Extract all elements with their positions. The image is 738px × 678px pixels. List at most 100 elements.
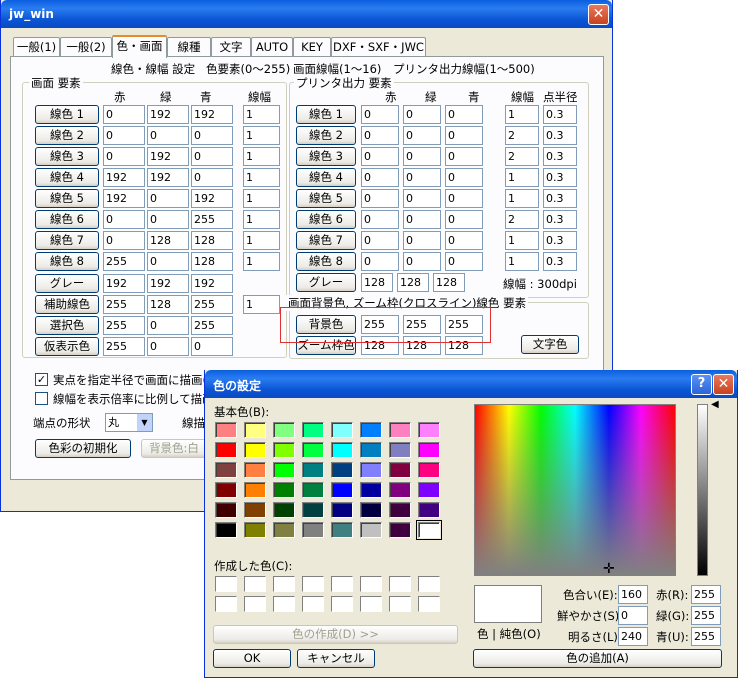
print-width-input[interactable]: 1 <box>505 168 539 187</box>
print-gray-blue-input[interactable]: 128 <box>433 273 465 292</box>
basic-color-swatch[interactable] <box>418 482 440 498</box>
basic-color-swatch[interactable] <box>215 522 237 538</box>
print-width-input[interactable]: 1 <box>505 252 539 271</box>
basic-color-swatch[interactable] <box>273 482 295 498</box>
basic-color-swatch[interactable] <box>360 442 382 458</box>
tab-key[interactable]: KEY <box>293 37 331 57</box>
screen-select-button[interactable]: 選択色 <box>35 316 99 335</box>
print-red-input[interactable]: 0 <box>361 189 399 208</box>
custom-color-swatch[interactable] <box>244 576 266 592</box>
print-point-radius-input[interactable]: 0.3 <box>543 105 577 124</box>
custom-color-swatch[interactable] <box>331 596 353 612</box>
define-custom-colors-button[interactable]: 色の作成(D) >> <box>213 625 458 644</box>
basic-color-swatch[interactable] <box>331 522 353 538</box>
basic-color-swatch[interactable] <box>331 482 353 498</box>
basic-color-swatch[interactable] <box>331 422 353 438</box>
screen-select-red-input[interactable]: 255 <box>103 316 145 335</box>
luminance-input[interactable]: 240 <box>618 627 648 646</box>
screen-select-green-input[interactable]: 0 <box>147 316 189 335</box>
screen-red-input[interactable]: 192 <box>103 168 145 187</box>
screen-green-input[interactable]: 192 <box>147 147 189 166</box>
basic-color-swatch[interactable] <box>244 462 266 478</box>
basic-color-swatch[interactable] <box>389 462 411 478</box>
screen-width-input[interactable]: 1 <box>243 168 280 187</box>
screen-aux-blue-input[interactable]: 255 <box>191 295 233 314</box>
print-point-radius-input[interactable]: 0.3 <box>543 252 577 271</box>
screen-red-input[interactable]: 255 <box>103 252 145 271</box>
basic-color-swatch[interactable] <box>360 502 382 518</box>
basic-color-swatch[interactable] <box>331 442 353 458</box>
width-scale-checkbox[interactable] <box>35 392 48 405</box>
cancel-button[interactable]: キャンセル <box>297 649 375 668</box>
screen-line-color-button[interactable]: 線色 7 <box>35 231 99 250</box>
basic-color-swatch[interactable] <box>302 502 324 518</box>
screen-blue-input[interactable]: 192 <box>191 189 233 208</box>
basic-color-swatch[interactable] <box>360 462 382 478</box>
screen-red-input[interactable]: 0 <box>103 210 145 229</box>
basic-color-swatch[interactable] <box>302 462 324 478</box>
screen-blue-input[interactable]: 0 <box>191 126 233 145</box>
screen-line-color-button[interactable]: 線色 1 <box>35 105 99 124</box>
print-blue-input[interactable]: 0 <box>445 252 483 271</box>
basic-color-swatch[interactable] <box>273 462 295 478</box>
print-red-input[interactable]: 0 <box>361 231 399 250</box>
dialog-titlebar[interactable]: 色の設定 ? ✕ <box>205 370 737 398</box>
custom-color-swatch[interactable] <box>360 596 382 612</box>
basic-color-swatch[interactable] <box>244 482 266 498</box>
custom-color-swatch[interactable] <box>389 576 411 592</box>
print-width-input[interactable]: 1 <box>505 231 539 250</box>
screen-red-input[interactable]: 0 <box>103 231 145 250</box>
screen-line-color-button[interactable]: 線色 6 <box>35 210 99 229</box>
screen-line-color-button[interactable]: 線色 8 <box>35 252 99 271</box>
screen-width-input[interactable]: 1 <box>243 189 280 208</box>
print-blue-input[interactable]: 0 <box>445 210 483 229</box>
basic-color-swatch[interactable] <box>389 442 411 458</box>
tab-general-2[interactable]: 一般(2) <box>60 37 112 57</box>
screen-gray-green-input[interactable]: 192 <box>147 274 189 293</box>
screen-blue-input[interactable]: 0 <box>191 147 233 166</box>
tab-general-1[interactable]: 一般(1) <box>13 37 60 57</box>
print-line-color-button[interactable]: 線色 8 <box>296 252 356 271</box>
basic-color-swatch[interactable] <box>418 442 440 458</box>
basic-color-swatch[interactable] <box>273 502 295 518</box>
print-point-radius-input[interactable]: 0.3 <box>543 147 577 166</box>
screen-blue-input[interactable]: 192 <box>191 105 233 124</box>
hue-input[interactable]: 160 <box>618 585 648 604</box>
screen-green-input[interactable]: 0 <box>147 189 189 208</box>
green-input[interactable]: 255 <box>691 606 721 625</box>
print-blue-input[interactable]: 0 <box>445 105 483 124</box>
screen-select-blue-input[interactable]: 255 <box>191 316 233 335</box>
initialize-colors-button[interactable]: 色彩の初期化 <box>35 439 131 458</box>
print-red-input[interactable]: 0 <box>361 252 399 271</box>
basic-color-swatch[interactable] <box>418 422 440 438</box>
custom-color-swatch[interactable] <box>360 576 382 592</box>
screen-green-input[interactable]: 192 <box>147 168 189 187</box>
screen-aux-width-input[interactable]: 1 <box>243 295 280 314</box>
add-custom-color-button[interactable]: 色の追加(A) <box>473 649 722 668</box>
screen-aux-green-input[interactable]: 128 <box>147 295 189 314</box>
window-close-button[interactable]: ✕ <box>588 4 609 25</box>
tab-text[interactable]: 文字 <box>211 37 251 57</box>
screen-width-input[interactable]: 1 <box>243 231 280 250</box>
basic-color-swatch[interactable] <box>418 502 440 518</box>
custom-color-swatch[interactable] <box>244 596 266 612</box>
screen-blue-input[interactable]: 128 <box>191 231 233 250</box>
screen-gray-blue-input[interactable]: 192 <box>191 274 233 293</box>
settings-titlebar[interactable]: jw_win ✕ <box>1 0 612 28</box>
print-green-input[interactable]: 0 <box>403 189 441 208</box>
tab-auto[interactable]: AUTO <box>251 37 293 57</box>
basic-color-swatch[interactable] <box>244 522 266 538</box>
print-red-input[interactable]: 0 <box>361 147 399 166</box>
basic-color-swatch[interactable] <box>244 502 266 518</box>
dialog-help-button[interactable]: ? <box>691 374 712 395</box>
blue-input[interactable]: 255 <box>691 627 721 646</box>
screen-aux-red-input[interactable]: 255 <box>103 295 145 314</box>
print-point-radius-input[interactable]: 0.3 <box>543 126 577 145</box>
custom-color-swatch[interactable] <box>331 576 353 592</box>
screen-temp-green-input[interactable]: 0 <box>147 337 189 356</box>
basic-color-swatch[interactable] <box>302 442 324 458</box>
screen-red-input[interactable]: 0 <box>103 126 145 145</box>
print-point-radius-input[interactable]: 0.3 <box>543 210 577 229</box>
endpoint-shape-select[interactable]: 丸 ▼ <box>105 413 153 432</box>
basic-color-swatch[interactable] <box>389 522 411 538</box>
